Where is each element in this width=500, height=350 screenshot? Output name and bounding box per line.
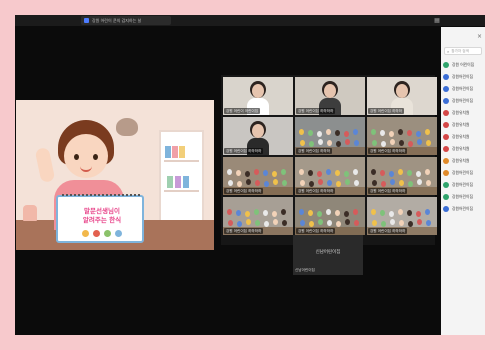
avatar-icon xyxy=(443,62,449,68)
avatar-icon xyxy=(443,206,449,212)
participant-name: 강원어린이집 xyxy=(452,194,473,199)
avatar-icon xyxy=(443,74,449,80)
participant-name: 강원어린이집 xyxy=(452,206,473,211)
participant-item[interactable]: 강원유치원 xyxy=(443,119,485,131)
video-tile[interactable]: 강원 어린이집 하하하하 xyxy=(295,77,365,115)
tile-name-label: 강원 어린이집 하하하하 xyxy=(368,228,408,234)
avatar-icon xyxy=(443,86,449,92)
avatar-icon xyxy=(443,110,449,116)
video-tile[interactable]: 강원 어린이집 하하하하 xyxy=(295,157,365,195)
video-tile[interactable]: 강원 어린이집 하하하 xyxy=(367,77,437,115)
participant-name: 강원유치원 xyxy=(452,146,470,151)
participant-search-input[interactable]: ⌕ 참가자 검색 xyxy=(444,47,482,55)
tile-name-label: 강원 어린이집 하하하하 xyxy=(296,188,336,194)
tile-center-name: 신남어린이집 xyxy=(315,250,341,255)
participant-name: 강원어린이집 xyxy=(452,74,473,79)
card-title-line2: 알려주는 한식 xyxy=(82,216,122,224)
shared-screen: 말문선생님이 알려주는 한식 xyxy=(16,100,214,250)
tile-name-label: 강원 어린이집 하하하하 xyxy=(368,188,408,194)
participant-item[interactable]: 강원어린이집 xyxy=(443,167,485,179)
participants-panel: × ⌕ 참가자 검색 강원 어린이집 강원어린이집 강원어린이집 강원어린이집 강원유치… xyxy=(441,27,485,335)
tile-name-label: 강원 어린이집 하하하하 xyxy=(224,228,264,234)
title-bar: 강원 어린이 쿤의 감지하는 날 ▦ xyxy=(15,15,485,26)
tile-name-label: 강원 어린이집 하하하하 xyxy=(224,188,264,194)
video-tile[interactable]: 강원 어린이집 하하하하 xyxy=(223,157,293,195)
search-icon: ⌕ xyxy=(447,48,450,54)
search-placeholder: 참가자 검색 xyxy=(451,48,469,53)
participant-list: 강원 어린이집 강원어린이집 강원어린이집 강원어린이집 강원유치원 강원유치원 강원유치원… xyxy=(443,59,485,215)
bookshelf-illustration xyxy=(159,130,204,225)
avatar-icon xyxy=(443,158,449,164)
avatar-icon xyxy=(443,98,449,104)
tile-name-label: 강원 어린이 어린이집 xyxy=(224,108,261,114)
participant-item[interactable]: 강원유치원 xyxy=(443,143,485,155)
avatar-icon xyxy=(443,146,449,152)
participant-item[interactable]: 강원 어린이집 xyxy=(443,59,485,71)
avatar-icon xyxy=(443,134,449,140)
participant-item[interactable]: 강원어린이집 xyxy=(443,191,485,203)
tile-name-label: 강원 어린이집 하하하 xyxy=(296,148,333,154)
participant-item[interactable]: 강원어린이집 xyxy=(443,95,485,107)
video-tile[interactable]: 강원 어린이집 하하하하 xyxy=(367,117,437,155)
avatar-icon xyxy=(443,122,449,128)
participant-name: 강원유치원 xyxy=(452,122,470,127)
flip-chart-card: 말문선생님이 알려주는 한식 xyxy=(56,194,144,243)
window-title: 강원 어린이 쿤의 감지하는 날 xyxy=(92,17,142,23)
avatar-icon xyxy=(443,170,449,176)
video-tile[interactable]: 강원 어린이집 하하하하 xyxy=(295,197,365,235)
video-tile-camera-off[interactable]: 신남어린이집 신남어린이집 xyxy=(293,235,363,275)
video-tile[interactable]: 강원 어린이집 하하하하 xyxy=(367,157,437,195)
participant-item[interactable]: 강원유치원 xyxy=(443,107,485,119)
participant-name: 강원어린이집 xyxy=(452,170,473,175)
video-tile[interactable]: 강원 어린이집 하하하하 xyxy=(367,197,437,235)
participant-name: 강원유치원 xyxy=(452,134,470,139)
tile-name-label: 강원 어린이집 하하하하 xyxy=(296,228,336,234)
participant-name: 강원어린이집 xyxy=(452,98,473,103)
participant-item[interactable]: 강원유치원 xyxy=(443,155,485,167)
tile-name-label: 강원 어린이집 하하하하 xyxy=(224,148,264,154)
tile-name-label: 강원 어린이집 하하하 xyxy=(368,108,405,114)
participant-name: 강원유치원 xyxy=(452,110,470,115)
participant-item[interactable]: 강원어린이집 xyxy=(443,71,485,83)
card-title-line1: 말문선생님이 xyxy=(84,207,120,215)
video-tile[interactable]: 강원 어린이집 하하하하 xyxy=(223,117,293,155)
participant-name: 강원어린이집 xyxy=(452,182,473,187)
video-tile[interactable]: 강원 어린이집 하하하 xyxy=(295,117,365,155)
tile-name-label: 강원 어린이집 하하하하 xyxy=(368,148,408,154)
participant-item[interactable]: 강원어린이집 xyxy=(443,83,485,95)
avatar-icon xyxy=(443,194,449,200)
participant-name: 강원유치원 xyxy=(452,158,470,163)
participant-name: 강원어린이집 xyxy=(452,86,473,91)
avatar-icon xyxy=(443,182,449,188)
close-icon[interactable]: × xyxy=(477,33,482,40)
window-tab[interactable]: 강원 어린이 쿤의 감지하는 날 xyxy=(81,16,171,25)
participant-item[interactable]: 강원어린이집 xyxy=(443,203,485,215)
tile-name-label: 강원 어린이집 하하하하 xyxy=(296,108,336,114)
app-icon xyxy=(84,18,89,23)
tile-name-label: 신남어린이집 xyxy=(295,268,315,272)
video-tile[interactable]: 강원 어린이집 하하하하 xyxy=(223,197,293,235)
video-grid: 강원 어린이 어린이집 강원 어린이집 하하하하 강원 어린이집 하하하 강원 어린이… xyxy=(221,75,437,245)
grid-icon[interactable]: ▦ xyxy=(433,17,441,24)
participant-item[interactable]: 강원유치원 xyxy=(443,131,485,143)
meeting-window: 강원 어린이 쿤의 감지하는 날 ▦ 말문선생님이 알려주는 한식 강원 어린이… xyxy=(15,15,485,335)
food-icons xyxy=(64,230,140,238)
participant-item[interactable]: 강원어린이집 xyxy=(443,179,485,191)
lamp-illustration xyxy=(23,205,37,221)
video-tile[interactable]: 강원 어린이 어린이집 xyxy=(223,77,293,115)
participant-name: 강원 어린이집 xyxy=(452,62,475,67)
